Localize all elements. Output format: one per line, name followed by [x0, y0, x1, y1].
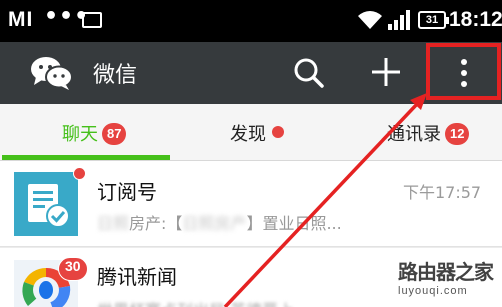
tab-contacts[interactable]: 通讯录 12: [387, 120, 470, 146]
tab-chats[interactable]: 聊天 87: [62, 120, 127, 146]
chat-preview: 日照房产:【日照房产】置业日照...: [97, 210, 342, 234]
watermark-url: luyouqi.com: [398, 285, 468, 297]
search-icon[interactable]: [293, 57, 325, 89]
watermark-logo: 路由器之家: [398, 260, 494, 284]
carrier-logo: MI: [8, 8, 34, 31]
chat-preview: 世界杯赛点刊出局 英德晋上: [97, 297, 294, 307]
blurred-text: 日照房产: [182, 214, 247, 233]
active-tab-indicator: [2, 155, 170, 160]
action-bar: 微信: [0, 42, 502, 104]
chat-row-tencent-news[interactable]: 30 腾讯新闻 世界杯赛点刊出局 英德晋上 路由器之家 luyouqi.com: [0, 248, 502, 307]
tab-discover-label: 发现: [230, 124, 266, 145]
tab-bar: 聊天 87 发现 通讯录 12: [0, 104, 502, 161]
unread-badge: 87: [102, 123, 127, 145]
preview-text: 】置业日照...: [246, 214, 342, 233]
plus-icon[interactable]: [370, 56, 402, 88]
app-title: 微信: [93, 63, 138, 88]
chat-name: 订阅号: [97, 180, 157, 204]
more-vertical-icon: [461, 59, 467, 65]
wifi-icon: [358, 11, 382, 29]
cell-signal-icon: [388, 10, 410, 30]
battery-icon: 31: [418, 11, 449, 29]
tab-contacts-label: 通讯录: [387, 124, 441, 145]
chat-name: 腾讯新闻: [97, 265, 177, 289]
subscriptions-avatar: [14, 172, 78, 236]
contacts-badge: 12: [445, 123, 470, 145]
picture-notification-icon: [82, 12, 102, 28]
preview-text: 房产:【: [129, 214, 183, 233]
more-dot-middle: [461, 70, 467, 76]
more-menu-button[interactable]: [426, 43, 501, 100]
subscription-doc-icon: [28, 184, 70, 228]
more-dot-bottom: [461, 81, 467, 87]
status-bar: MI ••• 31 18:12: [0, 0, 502, 42]
tab-discover[interactable]: 发现: [230, 120, 284, 146]
tab-chats-label: 聊天: [62, 124, 98, 145]
chat-time: 下午17:57: [403, 183, 482, 202]
blurred-text: 日照: [97, 214, 130, 233]
chat-row-subscriptions[interactable]: 订阅号 下午17:57 日照房产:【日照房产】置业日照...: [0, 161, 502, 247]
wechat-logo-icon: [31, 57, 73, 90]
new-dot: [272, 126, 284, 138]
unread-badge: 30: [58, 257, 88, 281]
unread-dot: [73, 167, 86, 180]
clock: 18:12: [449, 8, 502, 31]
